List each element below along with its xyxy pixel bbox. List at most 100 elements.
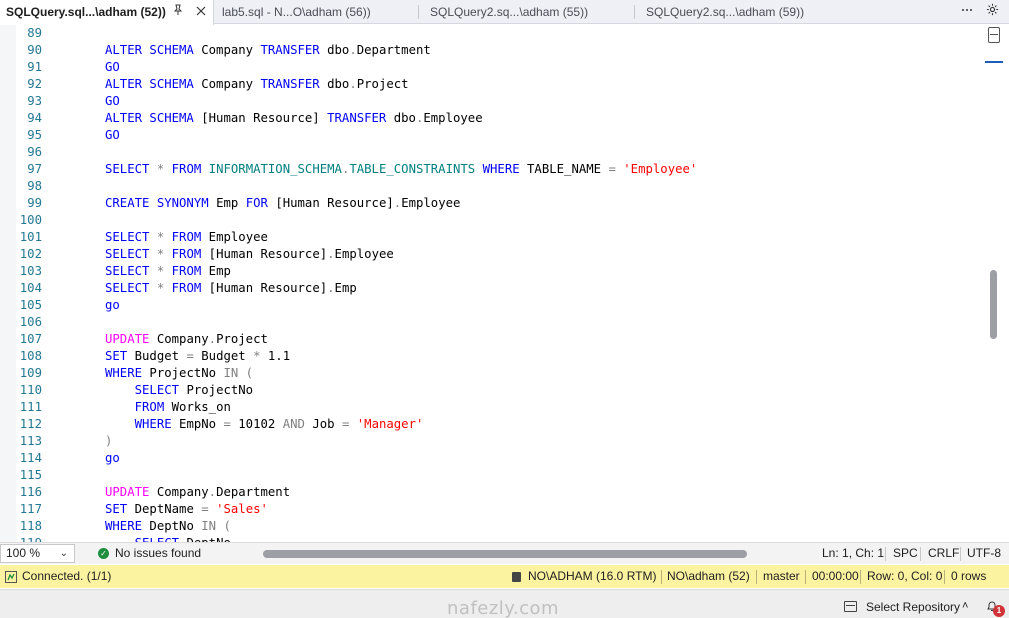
code-token: 'Sales' xyxy=(216,502,268,516)
code-line[interactable]: 119 SELECT DeptNo xyxy=(0,535,980,542)
close-icon[interactable] xyxy=(192,3,210,21)
code-token: = xyxy=(341,417,357,431)
code-text: SELECT ProjectNo xyxy=(105,382,253,399)
gear-icon[interactable] xyxy=(983,3,1001,21)
line-number: 99 xyxy=(27,196,42,210)
code-line[interactable]: 96 xyxy=(0,144,980,161)
code-token: Employee xyxy=(423,111,483,125)
code-token: 'Employee' xyxy=(623,162,698,176)
code-text: GO xyxy=(105,127,120,144)
code-token: SET xyxy=(105,502,135,516)
more-icon[interactable] xyxy=(958,3,976,21)
code-token: Works_on xyxy=(171,400,231,414)
tab-sqlquery2-59[interactable]: SQLQuery2.sq...\adham (59)) xyxy=(640,0,840,24)
code-token: DeptNo xyxy=(149,519,202,533)
code-line[interactable]: 114 go xyxy=(0,450,980,467)
line-number: 112 xyxy=(19,417,42,431)
code-token: SELECT xyxy=(105,247,157,261)
tab-label: SQLQuery.sql...\adham (52)) xyxy=(6,5,166,19)
pin-icon[interactable] xyxy=(169,3,187,21)
line-number: 108 xyxy=(19,349,42,363)
code-line[interactable]: 118 WHERE DeptNo IN ( xyxy=(0,518,980,535)
line-number: 96 xyxy=(27,145,42,159)
code-token: WHERE xyxy=(105,519,150,533)
tab-label: SQLQuery2.sq...\adham (59)) xyxy=(646,5,805,19)
select-repository-button[interactable]: Select Repository xyxy=(866,600,960,614)
code-line[interactable]: 111 FROM Works_on xyxy=(0,399,980,416)
code-text: GO xyxy=(105,59,120,76)
code-token: TABLE_NAME xyxy=(527,162,609,176)
code-line[interactable]: 103 SELECT * FROM Emp xyxy=(0,263,980,280)
code-token: FROM xyxy=(171,264,209,278)
code-line[interactable]: 107 UPDATE Company.Project xyxy=(0,331,980,348)
connection-status: Connected. (1/1) xyxy=(22,569,112,583)
cursor-position[interactable]: Ln: 1, Ch: 1 xyxy=(822,543,884,564)
code-line[interactable]: 116 UPDATE Company.Department xyxy=(0,484,980,501)
whitespace-mode[interactable]: SPC xyxy=(893,543,918,564)
code-line[interactable]: 91 GO xyxy=(0,59,980,76)
query-editor[interactable]: 89 90 ALTER SCHEMA Company TRANSFER dbo.De… xyxy=(0,25,1009,542)
tab-lab5[interactable]: lab5.sql - N...O\adham (56)) xyxy=(216,0,414,24)
code-token: SET xyxy=(105,349,135,363)
code-line[interactable]: 98 xyxy=(0,178,980,195)
code-token: IN ( xyxy=(223,366,254,380)
line-number: 92 xyxy=(27,77,42,91)
line-number: 118 xyxy=(19,519,42,533)
code-line[interactable]: 104 SELECT * FROM [Human Resource].Emp xyxy=(0,280,980,297)
chevron-up-icon: ˄ xyxy=(962,600,969,612)
code-line[interactable]: 117 SET DeptName = 'Sales' xyxy=(0,501,980,518)
code-line[interactable]: 110 SELECT ProjectNo xyxy=(0,382,980,399)
code-line[interactable]: 93 GO xyxy=(0,93,980,110)
code-line[interactable]: 97 SELECT * FROM INFORMATION_SCHEMA.TABLE… xyxy=(0,161,980,178)
code-token: FROM xyxy=(171,162,209,176)
code-line[interactable]: 102 SELECT * FROM [Human Resource].Employ… xyxy=(0,246,980,263)
document-tab-bar: SQLQuery.sql...\adham (52)) lab5.sql - N… xyxy=(0,0,1009,25)
code-token: * xyxy=(156,281,172,295)
code-text: GO xyxy=(105,93,120,110)
code-line[interactable]: 95 GO xyxy=(0,127,980,144)
code-token: dbo xyxy=(327,43,350,57)
vertical-scroll-thumb[interactable] xyxy=(990,270,997,339)
code-line[interactable]: 112 WHERE EmpNo = 10102 AND Job = 'Manag… xyxy=(0,416,980,433)
code-text: go xyxy=(105,297,120,314)
zoom-select[interactable]: 100 % ⌄ xyxy=(0,544,75,563)
code-line[interactable]: 105 go xyxy=(0,297,980,314)
code-token: [Human Resource] xyxy=(208,247,328,261)
code-line[interactable]: 109 WHERE ProjectNo IN ( xyxy=(0,365,980,382)
server-icon xyxy=(512,572,521,582)
code-token: FROM xyxy=(171,247,209,261)
line-number: 105 xyxy=(19,298,42,312)
code-token: Employee xyxy=(334,247,394,261)
tab-sqlquery2-55[interactable]: SQLQuery2.sq...\adham (55)) xyxy=(424,0,632,24)
horizontal-scroll-thumb[interactable] xyxy=(263,550,747,558)
code-line[interactable]: 115 xyxy=(0,467,980,484)
code-token: DeptName xyxy=(134,502,202,516)
code-token: 'Manager' xyxy=(356,417,424,431)
issues-indicator[interactable]: No issues found xyxy=(115,543,201,564)
editor-status-bar: 100 % ⌄ ✓ No issues found Ln: 1, Ch: 1 S… xyxy=(0,542,1009,564)
code-line[interactable]: 92 ALTER SCHEMA Company TRANSFER dbo.Proj… xyxy=(0,76,980,93)
code-line[interactable]: 106 xyxy=(0,314,980,331)
line-number: 103 xyxy=(19,264,42,278)
code-line[interactable]: 101 SELECT * FROM Employee xyxy=(0,229,980,246)
code-token: GO xyxy=(105,60,120,74)
line-number: 98 xyxy=(27,179,42,193)
code-line[interactable]: 89 xyxy=(0,25,980,42)
line-number: 114 xyxy=(19,451,42,465)
code-token: Company xyxy=(201,77,261,91)
code-line[interactable]: 113) xyxy=(0,433,980,450)
code-token: TABLE_CONSTRAINTS xyxy=(349,162,483,176)
status-divider xyxy=(805,570,806,584)
code-token: WHERE xyxy=(482,162,528,176)
split-editor-icon[interactable] xyxy=(988,27,1000,43)
code-line[interactable]: 99 CREATE SYNONYM Emp FOR [Human Resource… xyxy=(0,195,980,212)
line-ending[interactable]: CRLF xyxy=(928,543,959,564)
code-line[interactable]: 108 SET Budget = Budget * 1.1 xyxy=(0,348,980,365)
line-number: 115 xyxy=(19,468,42,482)
code-line[interactable]: 90 ALTER SCHEMA Company TRANSFER dbo.Depa… xyxy=(0,42,980,59)
encoding[interactable]: UTF-8 xyxy=(967,543,1001,564)
code-text: go xyxy=(105,450,120,467)
code-line[interactable]: 94 ALTER SCHEMA [Human Resource] TRANSFER… xyxy=(0,110,980,127)
code-line[interactable]: 100 xyxy=(0,212,980,229)
